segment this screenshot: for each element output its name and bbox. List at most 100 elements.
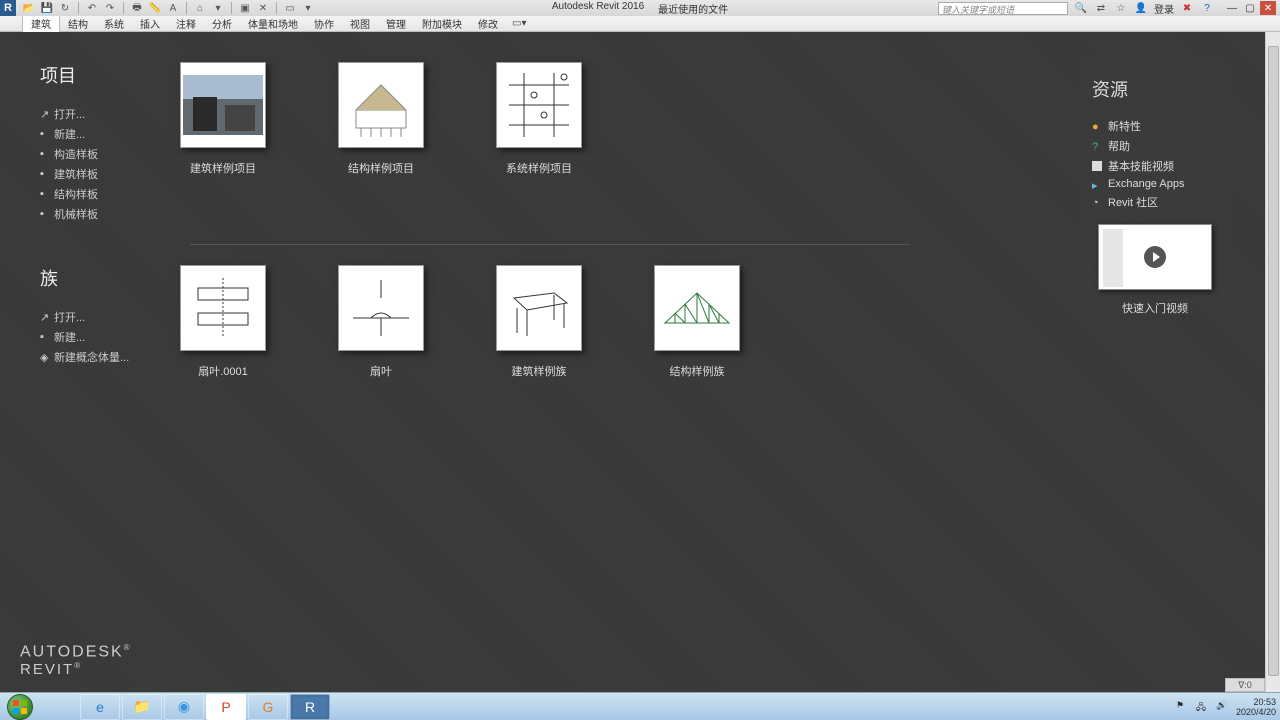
- fanblade-thumbnail: [183, 268, 263, 348]
- intro-video-tile[interactable]: 快速入门视频: [1092, 224, 1218, 316]
- start-page: 项目 ↗打开... ▪新建... ▪构造样板 ▪建筑样板 ▪结构样板 ▪机械样板…: [0, 32, 1280, 692]
- file-icon: ▪: [40, 208, 50, 220]
- family-conceptual-link[interactable]: ◈新建概念体量...: [40, 347, 140, 367]
- print-icon[interactable]: 🖶: [130, 1, 144, 15]
- clock[interactable]: 20:53 2020/4/20: [1236, 697, 1276, 717]
- file-icon: ▪: [40, 128, 50, 140]
- family-open-link[interactable]: ↗打开...: [40, 307, 140, 327]
- tray-flag-icon[interactable]: ⚑: [1176, 700, 1190, 714]
- system-thumbnail: [499, 65, 579, 145]
- table-thumbnail: [499, 268, 579, 348]
- template-architecture[interactable]: ▪建筑样板: [40, 164, 140, 184]
- truss-thumbnail: [657, 268, 737, 348]
- tile-arch-sample[interactable]: 建筑样例项目: [180, 62, 266, 224]
- resource-help[interactable]: ?帮助: [1092, 136, 1218, 156]
- doc-title: 最近使用的文件: [658, 1, 728, 16]
- tile-fanblade[interactable]: 扇叶: [338, 265, 424, 379]
- save-icon[interactable]: 💾: [40, 1, 54, 15]
- resources-title: 资源: [1092, 76, 1218, 102]
- tile-system-sample[interactable]: 系统样例项目: [496, 62, 582, 224]
- ribbon-expand-icon[interactable]: ▭▾: [512, 18, 526, 29]
- switch-icon[interactable]: ▭: [283, 1, 297, 15]
- play-icon: [1144, 246, 1166, 268]
- tab-view[interactable]: 视图: [342, 14, 378, 33]
- text-icon[interactable]: A: [166, 1, 180, 15]
- resource-whatsnew[interactable]: ●新特性: [1092, 116, 1218, 136]
- comm-icon[interactable]: ⇄: [1094, 1, 1108, 15]
- close-button[interactable]: ✕: [1260, 1, 1276, 15]
- filter-indicator[interactable]: ∇:0: [1225, 678, 1265, 692]
- app-title: Autodesk Revit 2016: [552, 1, 644, 16]
- project-new-link[interactable]: ▪新建...: [40, 124, 140, 144]
- project-open-link[interactable]: ↗打开...: [40, 104, 140, 124]
- start-button[interactable]: [2, 693, 38, 720]
- taskbar-explorer[interactable]: 📁: [122, 694, 162, 720]
- template-construction[interactable]: ▪构造样板: [40, 144, 140, 164]
- tab-architecture[interactable]: 建筑: [22, 13, 60, 34]
- measure-icon[interactable]: 📏: [148, 1, 162, 15]
- tab-massing[interactable]: 体量和场地: [240, 14, 306, 33]
- tray-sound-icon[interactable]: 🔊: [1216, 700, 1230, 714]
- template-structure[interactable]: ▪结构样板: [40, 184, 140, 204]
- file-icon: ▪: [40, 168, 50, 180]
- tab-analyze[interactable]: 分析: [204, 14, 240, 33]
- close-view-icon[interactable]: ✕: [256, 1, 270, 15]
- maximize-button[interactable]: ▢: [1242, 1, 1258, 15]
- tray-network-icon[interactable]: 🖧: [1196, 700, 1210, 714]
- sync-icon[interactable]: ↻: [58, 1, 72, 15]
- title-bar: R 📂 💾 ↻ ↶ ↷ 🖶 📏 A ⌂ ▾ ▣ ✕ ▭ ▾ Autodesk R…: [0, 0, 1280, 16]
- open-icon: ↗: [40, 311, 50, 324]
- open-icon[interactable]: 📂: [22, 1, 36, 15]
- resource-community[interactable]: ◔Revit 社区: [1092, 192, 1218, 212]
- resource-videos[interactable]: 基本技能视频: [1092, 156, 1218, 176]
- exchange-icon[interactable]: ✖: [1180, 1, 1194, 15]
- minimize-button[interactable]: —: [1224, 1, 1240, 15]
- taskbar-revit[interactable]: R: [290, 694, 330, 720]
- tab-collaborate[interactable]: 协作: [306, 14, 342, 33]
- taskbar-app2[interactable]: G: [248, 694, 288, 720]
- tab-systems[interactable]: 系统: [96, 14, 132, 33]
- search-input[interactable]: 键入关键字或短语: [938, 2, 1068, 15]
- resource-exchange[interactable]: ▸Exchange Apps: [1092, 176, 1218, 192]
- help-icon: ?: [1092, 141, 1102, 151]
- redo-icon[interactable]: ↷: [103, 1, 117, 15]
- tab-manage[interactable]: 管理: [378, 14, 414, 33]
- undo-icon[interactable]: ↶: [85, 1, 99, 15]
- vertical-scrollbar[interactable]: [1265, 32, 1280, 692]
- structure-thumbnail: [341, 65, 421, 145]
- tile-struct-family[interactable]: 结构样例族: [654, 265, 740, 379]
- tile-fanblade-0001[interactable]: 扇叶.0001: [180, 265, 266, 379]
- dropdown-icon[interactable]: ▾: [211, 1, 225, 15]
- tile-arch-family[interactable]: 建筑样例族: [496, 265, 582, 379]
- qat-dropdown-icon[interactable]: ▾: [301, 1, 315, 15]
- star-icon[interactable]: ☆: [1114, 1, 1128, 15]
- user-icon[interactable]: 👤: [1134, 1, 1148, 15]
- help-icon[interactable]: ?: [1200, 1, 1214, 15]
- tab-structure[interactable]: 结构: [60, 14, 96, 33]
- family-new-link[interactable]: ▪新建...: [40, 327, 140, 347]
- system-tray: ⚑ 🖧 🔊 20:53 2020/4/20: [1176, 697, 1276, 717]
- building-thumbnail: [183, 75, 263, 135]
- template-mechanical[interactable]: ▪机械样板: [40, 204, 140, 224]
- app-icon[interactable]: R: [0, 0, 16, 16]
- quick-access-toolbar: 📂 💾 ↻ ↶ ↷ 🖶 📏 A ⌂ ▾ ▣ ✕ ▭ ▾: [20, 1, 315, 15]
- tab-addins[interactable]: 附加模块: [414, 14, 470, 33]
- tab-annotate[interactable]: 注释: [168, 14, 204, 33]
- taskbar-app1[interactable]: ◉: [164, 694, 204, 720]
- taskbar-ie[interactable]: e: [80, 694, 120, 720]
- open-icon: ↗: [40, 108, 50, 121]
- window-icon[interactable]: ▣: [238, 1, 252, 15]
- login-link[interactable]: 登录: [1154, 1, 1174, 16]
- tile-struct-sample[interactable]: 结构样例项目: [338, 62, 424, 224]
- resources-panel: 资源 ●新特性 ?帮助 基本技能视频 ▸Exchange Apps ◔Revit…: [1080, 62, 1230, 302]
- families-title: 族: [40, 265, 140, 291]
- windows-taskbar: e 📁 ◉ P G R ⚑ 🖧 🔊 20:53 2020/4/20: [0, 692, 1280, 720]
- file-icon: ▪: [40, 188, 50, 200]
- exchange-icon: ▸: [1092, 179, 1102, 189]
- tab-modify[interactable]: 修改: [470, 14, 506, 33]
- cube-icon: ◈: [40, 351, 50, 364]
- taskbar-powerpoint[interactable]: P: [206, 694, 246, 720]
- tab-insert[interactable]: 插入: [132, 14, 168, 33]
- search-icon[interactable]: 🔍: [1074, 1, 1088, 15]
- home-icon[interactable]: ⌂: [193, 1, 207, 15]
